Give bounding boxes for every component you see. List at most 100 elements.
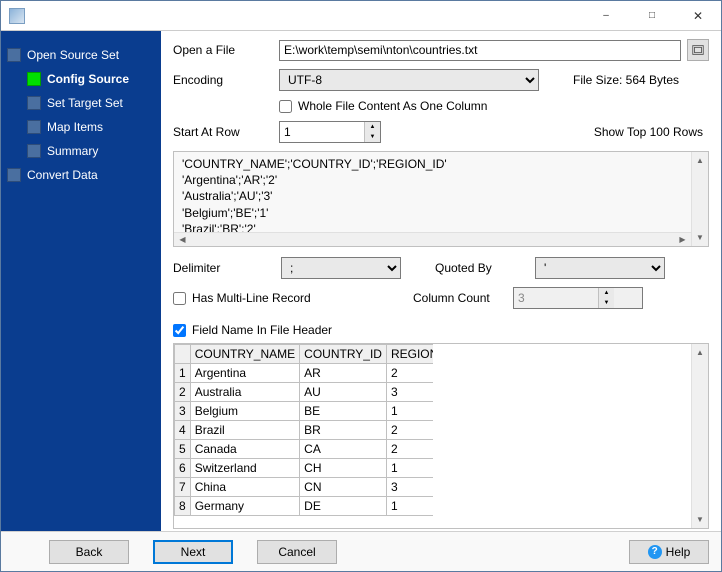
field-header-checkbox[interactable]: Field Name In File Header bbox=[173, 323, 332, 337]
sidebar-item-label: Set Target Set bbox=[47, 96, 123, 110]
titlebar: – □ ✕ bbox=[1, 1, 721, 31]
row-number: 6 bbox=[175, 459, 191, 478]
close-button[interactable]: ✕ bbox=[675, 1, 721, 31]
grid-cell[interactable]: China bbox=[190, 478, 299, 497]
grid-cell[interactable]: CA bbox=[300, 440, 387, 459]
column-count-spinner[interactable]: ▲ ▼ bbox=[513, 287, 643, 309]
multi-line-checkbox[interactable]: Has Multi-Line Record bbox=[173, 291, 405, 305]
minimize-button[interactable]: – bbox=[583, 1, 629, 31]
grid-header-country-id[interactable]: COUNTRY_ID bbox=[300, 345, 387, 364]
scroll-down-button[interactable]: ▼ bbox=[692, 229, 708, 246]
quoted-by-select[interactable]: ' bbox=[535, 257, 665, 279]
help-icon: ? bbox=[648, 545, 662, 559]
grid-cell[interactable]: Belgium bbox=[190, 402, 299, 421]
spin-down-button[interactable]: ▼ bbox=[599, 298, 614, 308]
row-number: 1 bbox=[175, 364, 191, 383]
sidebar-item-label: Open Source Set bbox=[27, 48, 119, 62]
data-grid: COUNTRY_NAME COUNTRY_ID REGION_ID 1Argen… bbox=[173, 343, 709, 529]
whole-file-checkbox-input[interactable] bbox=[279, 100, 292, 113]
table-row[interactable]: 4BrazilBR2 bbox=[175, 421, 433, 440]
cancel-button[interactable]: Cancel bbox=[257, 540, 337, 564]
sidebar-item-label: Config Source bbox=[47, 72, 129, 86]
column-count-label: Column Count bbox=[413, 291, 505, 305]
scroll-left-button[interactable]: ◀ bbox=[174, 233, 191, 246]
spin-up-button[interactable]: ▲ bbox=[599, 288, 614, 298]
sidebar-item-label: Convert Data bbox=[27, 168, 98, 182]
table-row[interactable]: 6SwitzerlandCH1 bbox=[175, 459, 433, 478]
step-box-icon bbox=[27, 120, 41, 134]
sidebar-item-map-items[interactable]: Map Items bbox=[5, 115, 157, 139]
grid-cell[interactable]: AU bbox=[300, 383, 387, 402]
back-button[interactable]: Back bbox=[49, 540, 129, 564]
table-row[interactable]: 2AustraliaAU3 bbox=[175, 383, 433, 402]
spin-up-button[interactable]: ▲ bbox=[365, 122, 380, 132]
grid-cell[interactable]: CN bbox=[300, 478, 387, 497]
file-size-label: File Size: 564 Bytes bbox=[573, 73, 679, 87]
step-box-icon bbox=[7, 168, 21, 182]
grid-cell[interactable]: 2 bbox=[386, 440, 432, 459]
grid-cell[interactable]: 1 bbox=[386, 497, 432, 516]
sidebar-item-label: Map Items bbox=[47, 120, 103, 134]
grid-cell[interactable]: Switzerland bbox=[190, 459, 299, 478]
grid-cell[interactable]: Brazil bbox=[190, 421, 299, 440]
encoding-select[interactable]: UTF-8 bbox=[279, 69, 539, 91]
grid-cell[interactable]: Argentina bbox=[190, 364, 299, 383]
browse-file-button[interactable] bbox=[687, 39, 709, 61]
sidebar-item-label: Summary bbox=[47, 144, 98, 158]
help-button[interactable]: ? Help bbox=[629, 540, 709, 564]
table-row[interactable]: 5CanadaCA2 bbox=[175, 440, 433, 459]
delimiter-select[interactable]: ; bbox=[281, 257, 401, 279]
wizard-sidebar: Open Source Set Config Source Set Target… bbox=[1, 31, 161, 531]
sidebar-item-summary[interactable]: Summary bbox=[5, 139, 157, 163]
table-row[interactable]: 8GermanyDE1 bbox=[175, 497, 433, 516]
grid-cell[interactable]: DE bbox=[300, 497, 387, 516]
scroll-up-button[interactable]: ▲ bbox=[692, 152, 708, 169]
grid-cell[interactable]: AR bbox=[300, 364, 387, 383]
grid-header-country-name[interactable]: COUNTRY_NAME bbox=[190, 345, 299, 364]
delimiter-label: Delimiter bbox=[173, 261, 273, 275]
grid-cell[interactable]: CH bbox=[300, 459, 387, 478]
grid-cell[interactable]: BE bbox=[300, 402, 387, 421]
next-button[interactable]: Next bbox=[153, 540, 233, 564]
file-path-input[interactable] bbox=[279, 40, 681, 61]
scroll-up-button[interactable]: ▲ bbox=[692, 344, 708, 361]
grid-cell[interactable]: 1 bbox=[386, 459, 432, 478]
step-box-icon bbox=[27, 72, 41, 86]
table-row[interactable]: 3BelgiumBE1 bbox=[175, 402, 433, 421]
field-header-checkbox-input[interactable] bbox=[173, 324, 186, 337]
app-window: – □ ✕ Open Source Set Config Source Set … bbox=[0, 0, 722, 572]
grid-cell[interactable]: 3 bbox=[386, 478, 432, 497]
row-number: 5 bbox=[175, 440, 191, 459]
grid-cell[interactable]: Canada bbox=[190, 440, 299, 459]
grid-cell[interactable]: 2 bbox=[386, 364, 432, 383]
grid-cell[interactable]: Germany bbox=[190, 497, 299, 516]
grid-cell[interactable]: Australia bbox=[190, 383, 299, 402]
column-count-input bbox=[514, 288, 598, 308]
grid-vertical-scrollbar[interactable]: ▲ ▼ bbox=[691, 344, 708, 528]
step-box-icon bbox=[27, 96, 41, 110]
sidebar-item-open-source-set[interactable]: Open Source Set bbox=[5, 43, 157, 67]
table-row[interactable]: 7ChinaCN3 bbox=[175, 478, 433, 497]
preview-vertical-scrollbar[interactable]: ▲ ▼ bbox=[691, 152, 708, 246]
grid-header-region-id[interactable]: REGION_ID bbox=[386, 345, 432, 364]
file-preview: 'COUNTRY_NAME';'COUNTRY_ID';'REGION_ID' … bbox=[173, 151, 709, 247]
whole-file-checkbox-label: Whole File Content As One Column bbox=[298, 99, 487, 113]
spin-down-button[interactable]: ▼ bbox=[365, 132, 380, 142]
maximize-button[interactable]: □ bbox=[629, 1, 675, 31]
sidebar-item-config-source[interactable]: Config Source bbox=[5, 67, 157, 91]
multi-line-checkbox-input[interactable] bbox=[173, 292, 186, 305]
grid-cell[interactable]: 1 bbox=[386, 402, 432, 421]
preview-horizontal-scrollbar[interactable]: ◀ ▶ bbox=[174, 232, 691, 246]
scroll-right-button[interactable]: ▶ bbox=[674, 233, 691, 246]
start-row-spinner[interactable]: ▲ ▼ bbox=[279, 121, 381, 143]
table-row[interactable]: 1ArgentinaAR2 bbox=[175, 364, 433, 383]
whole-file-checkbox[interactable]: Whole File Content As One Column bbox=[279, 99, 487, 113]
sidebar-item-convert-data[interactable]: Convert Data bbox=[5, 163, 157, 187]
row-number: 3 bbox=[175, 402, 191, 421]
sidebar-item-set-target-set[interactable]: Set Target Set bbox=[5, 91, 157, 115]
scroll-down-button[interactable]: ▼ bbox=[692, 511, 708, 528]
grid-cell[interactable]: BR bbox=[300, 421, 387, 440]
grid-cell[interactable]: 2 bbox=[386, 421, 432, 440]
start-row-input[interactable] bbox=[280, 122, 364, 142]
grid-cell[interactable]: 3 bbox=[386, 383, 432, 402]
